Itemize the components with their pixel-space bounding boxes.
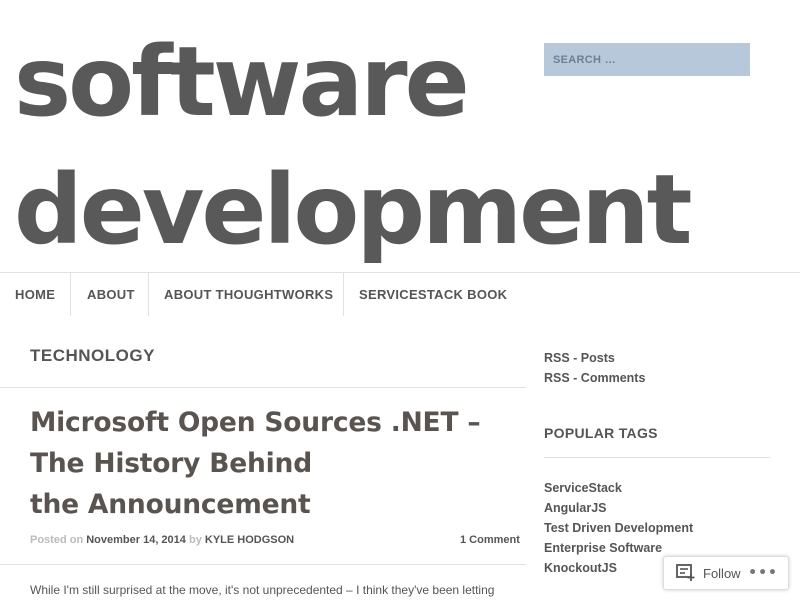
tag-link-test-driven-development[interactable]: Test Driven Development <box>544 520 693 540</box>
category-title: TECHNOLOGY <box>30 346 155 365</box>
nav-divider <box>70 273 71 316</box>
popular-tags-title: POPULAR TAGS <box>544 425 658 441</box>
tag-link-angularjs[interactable]: AngularJS <box>544 500 693 520</box>
comments-link[interactable]: 1 Comment <box>460 534 520 546</box>
rss-posts-link[interactable]: RSS - Posts <box>544 351 615 365</box>
tag-link-servicestack[interactable]: ServiceStack <box>544 480 693 500</box>
nav-servicestack-book[interactable]: SERVICESTACK BOOK <box>359 273 507 316</box>
post-title-line1[interactable]: Microsoft Open Sources .NET – <box>30 407 481 438</box>
posted-on-label: Posted on <box>30 534 84 546</box>
post-title-line3[interactable]: the Announcement <box>30 489 311 520</box>
nav-home[interactable]: HOME <box>15 273 55 316</box>
follow-button[interactable]: Follow ••• <box>663 556 789 590</box>
search-input[interactable] <box>544 43 750 76</box>
nav-divider <box>343 273 344 316</box>
reader-follow-icon <box>676 564 695 581</box>
follow-label[interactable]: Follow <box>703 566 741 581</box>
site-title-line1[interactable]: software <box>14 26 470 138</box>
main-nav: HOME ABOUT ABOUT THOUGHTWORKS SERVICESTA… <box>0 272 800 316</box>
divider <box>0 564 526 565</box>
nav-divider <box>148 273 149 316</box>
author-link[interactable]: KYLE HODGSON <box>205 534 294 546</box>
site-title-line2[interactable]: development <box>14 154 692 266</box>
post-date-link[interactable]: November 14, 2014 <box>86 534 186 546</box>
nav-about[interactable]: ABOUT <box>87 273 135 316</box>
more-options-icon[interactable]: ••• <box>748 565 778 581</box>
post-meta: Posted on November 14, 2014 by KYLE HODG… <box>30 534 294 546</box>
nav-about-thoughtworks[interactable]: ABOUT THOUGHTWORKS <box>164 273 333 316</box>
divider <box>0 387 526 388</box>
post-title[interactable]: Microsoft Open Sources .NET – The Histor… <box>30 402 520 525</box>
post-title-line2[interactable]: The History Behind <box>30 448 312 479</box>
divider <box>544 457 770 458</box>
rss-comments-link[interactable]: RSS - Comments <box>544 371 645 385</box>
by-label: by <box>188 534 202 546</box>
post-excerpt: While I'm still surprised at the move, i… <box>30 583 495 597</box>
